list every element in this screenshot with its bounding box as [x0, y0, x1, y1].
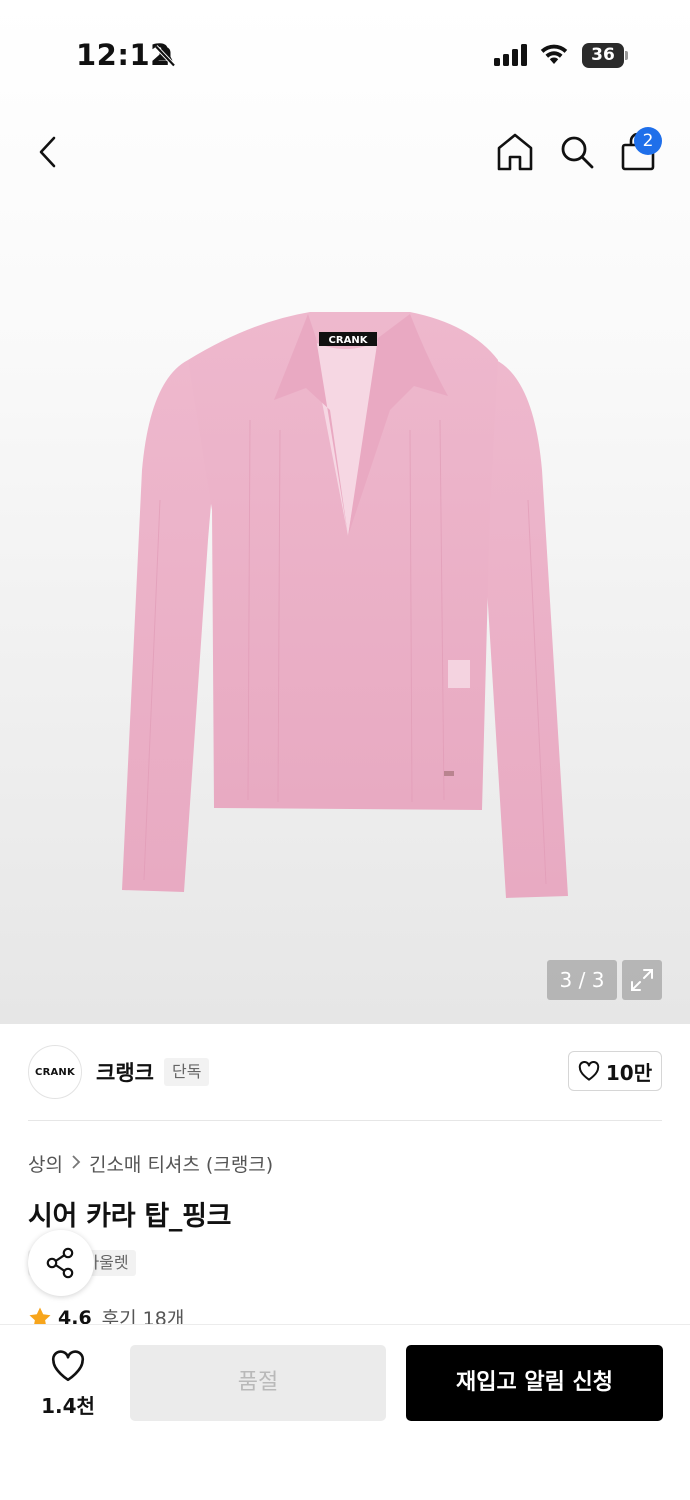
brand-like-count: 10만	[605, 1060, 653, 1085]
wifi-icon	[538, 42, 570, 70]
brand-like-button[interactable]: 10만	[568, 1051, 662, 1091]
share-icon	[46, 1247, 74, 1279]
product-like-button[interactable]: 1.4천	[28, 1346, 108, 1420]
heart-icon	[578, 1061, 600, 1081]
breadcrumb-subcategory[interactable]: 긴소매 티셔츠 (크랭크)	[89, 1150, 273, 1177]
product-like-count: 1.4천	[41, 1394, 95, 1418]
chevron-left-icon	[39, 136, 56, 168]
cellular-signal-icon	[494, 44, 528, 70]
share-button[interactable]	[28, 1230, 94, 1296]
battery-level: 36	[591, 45, 615, 65]
home-button[interactable]	[494, 130, 536, 174]
heart-icon	[51, 1350, 85, 1382]
brand-name[interactable]: 크랭크	[96, 1057, 154, 1087]
soldout-button: 품절	[130, 1345, 386, 1421]
brand-logo[interactable]: CRANK	[28, 1045, 82, 1099]
back-button[interactable]	[28, 130, 68, 174]
search-button[interactable]	[556, 130, 598, 174]
fullscreen-button[interactable]	[622, 960, 662, 1000]
product-image-gallery[interactable]: 12:12 36 2 CRANK 3 / 3	[0, 0, 690, 1024]
status-bar: 12:12 36	[0, 0, 690, 110]
home-icon	[497, 133, 533, 171]
brand-exclusive-tag: 단독	[164, 1058, 210, 1086]
garment-label-text: CRANK	[329, 335, 369, 346]
image-counter: 3 / 3	[547, 960, 617, 1000]
battery-icon: 36	[582, 43, 628, 68]
expand-icon	[631, 969, 653, 991]
chevron-right-icon	[71, 1153, 81, 1174]
silent-bell-icon	[153, 44, 177, 72]
restock-alert-button[interactable]: 재입고 알림 신청	[406, 1345, 663, 1421]
breadcrumb: 상의 긴소매 티셔츠 (크랭크)	[28, 1150, 273, 1177]
search-icon	[561, 136, 594, 169]
cart-count-badge: 2	[634, 127, 662, 155]
product-photo: CRANK	[122, 312, 568, 898]
product-title: 시어 카라 탑_핑크	[28, 1201, 232, 1232]
divider	[28, 1120, 662, 1121]
breadcrumb-category[interactable]: 상의	[28, 1150, 63, 1177]
